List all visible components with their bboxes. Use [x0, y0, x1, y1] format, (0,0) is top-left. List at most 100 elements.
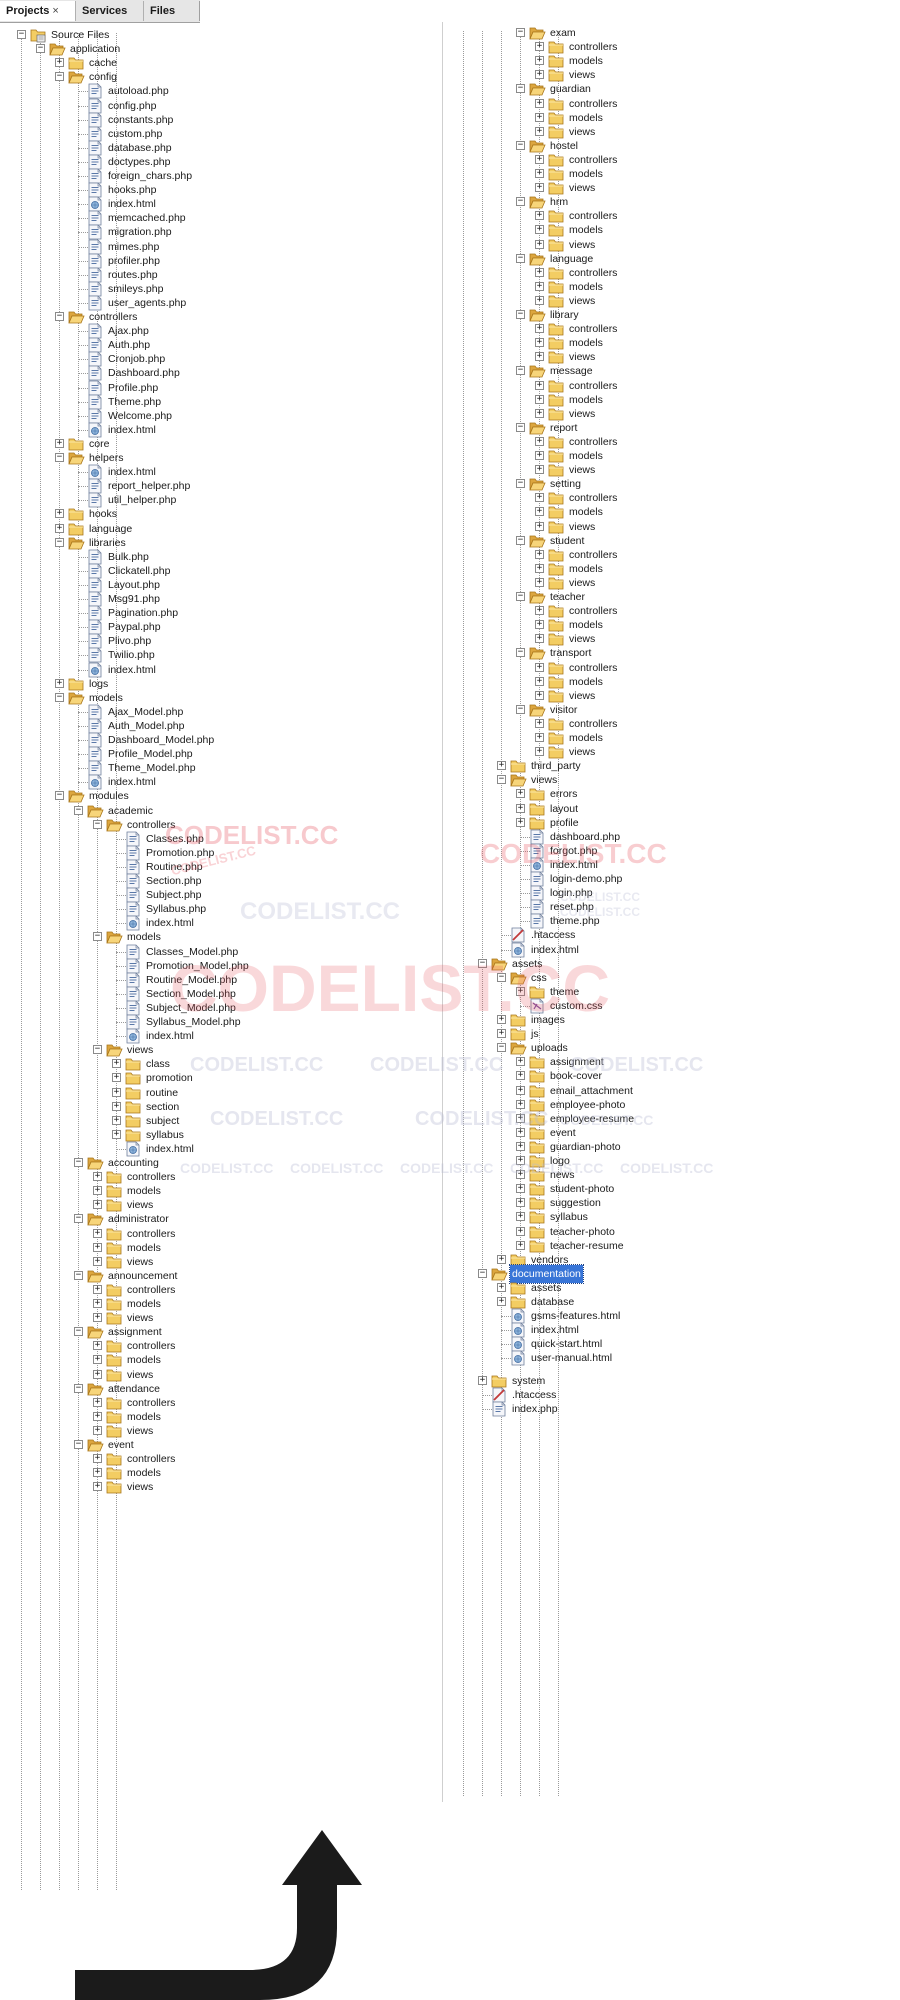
expand-toggle-icon[interactable]: + [516, 1156, 525, 1165]
tree-node-label: views [569, 182, 596, 195]
expand-toggle-icon[interactable]: + [535, 324, 544, 334]
collapse-toggle-icon[interactable]: − [497, 775, 506, 785]
collapse-toggle-icon[interactable]: − [516, 422, 525, 432]
expand-toggle-icon[interactable]: + [535, 718, 544, 728]
expand-toggle-icon[interactable]: + [535, 521, 544, 531]
open-folder-icon [529, 251, 546, 267]
expand-toggle-icon[interactable]: + [535, 507, 544, 517]
expand-toggle-icon[interactable]: + [535, 747, 544, 757]
expand-toggle-icon[interactable]: + [535, 352, 544, 362]
expand-toggle-icon[interactable]: + [535, 662, 544, 672]
collapse-toggle-icon[interactable]: − [516, 253, 525, 263]
collapse-toggle-icon[interactable]: − [516, 197, 525, 207]
open-folder-icon [510, 970, 527, 986]
expand-toggle-icon[interactable]: + [535, 42, 544, 52]
expand-toggle-icon[interactable]: + [516, 1240, 525, 1250]
collapse-toggle-icon[interactable]: − [516, 28, 525, 37]
expand-toggle-icon[interactable]: + [516, 1085, 525, 1095]
expand-toggle-icon[interactable]: + [535, 154, 544, 164]
expand-toggle-icon[interactable]: + [516, 789, 525, 799]
expand-toggle-icon[interactable]: + [535, 169, 544, 178]
collapse-toggle-icon[interactable]: − [497, 972, 506, 982]
expand-toggle-icon[interactable]: + [535, 465, 544, 475]
expand-toggle-icon[interactable]: + [497, 1015, 506, 1024]
expand-toggle-icon[interactable]: + [535, 225, 544, 235]
expand-toggle-icon[interactable]: + [535, 239, 544, 249]
open-folder-icon [529, 138, 546, 154]
expand-toggle-icon[interactable]: + [535, 606, 544, 616]
expand-toggle-icon[interactable]: + [497, 1282, 506, 1292]
tree-node-label: user-manual.html [531, 1352, 613, 1365]
expand-toggle-icon[interactable]: + [497, 761, 506, 771]
expand-toggle-icon[interactable]: + [535, 183, 544, 193]
php-file-icon [491, 1401, 508, 1417]
open-folder-icon [529, 81, 546, 97]
expand-toggle-icon[interactable]: + [535, 676, 544, 686]
open-folder-icon [529, 194, 546, 210]
expand-toggle-icon[interactable]: + [535, 211, 544, 221]
expand-toggle-icon[interactable]: + [516, 1099, 525, 1109]
collapse-toggle-icon[interactable]: − [516, 704, 525, 714]
expand-toggle-icon[interactable]: + [535, 451, 544, 460]
expand-toggle-icon[interactable]: + [478, 1375, 487, 1385]
expand-toggle-icon[interactable]: + [535, 338, 544, 348]
expand-toggle-icon[interactable]: + [535, 380, 544, 390]
open-folder-icon [529, 702, 546, 718]
expand-toggle-icon[interactable]: + [516, 1212, 525, 1222]
expand-toggle-icon[interactable]: + [535, 267, 544, 277]
expand-toggle-icon[interactable]: + [535, 563, 544, 573]
expand-toggle-icon[interactable]: + [516, 1127, 525, 1137]
expand-toggle-icon[interactable]: + [535, 56, 544, 66]
collapse-toggle-icon[interactable]: − [497, 1043, 506, 1053]
expand-toggle-icon[interactable]: + [535, 281, 544, 291]
expand-toggle-icon[interactable]: + [535, 620, 544, 630]
expand-toggle-icon[interactable]: + [535, 690, 544, 700]
expand-toggle-icon[interactable]: + [535, 436, 544, 446]
expand-toggle-icon[interactable]: + [535, 394, 544, 404]
expand-toggle-icon[interactable]: + [516, 803, 525, 813]
expand-toggle-icon[interactable]: + [516, 1071, 525, 1081]
tree-node-label: index.php [512, 1402, 558, 1415]
collapse-toggle-icon[interactable]: − [516, 479, 525, 489]
open-folder-icon [529, 420, 546, 436]
expand-toggle-icon[interactable]: + [535, 549, 544, 559]
expand-toggle-icon[interactable]: + [535, 295, 544, 305]
expand-toggle-icon[interactable]: + [516, 817, 525, 827]
expand-toggle-icon[interactable]: + [497, 1029, 506, 1039]
collapse-toggle-icon[interactable]: − [516, 84, 525, 94]
project-tree-right-column: − exam + controllers + models + views − guardian +… [0, 0, 900, 2000]
open-folder-icon [529, 589, 546, 605]
collapse-toggle-icon[interactable]: − [516, 140, 525, 150]
expand-toggle-icon[interactable]: + [535, 733, 544, 742]
expand-toggle-icon[interactable]: + [535, 493, 544, 503]
collapse-toggle-icon[interactable]: − [478, 958, 487, 968]
collapse-toggle-icon[interactable]: − [516, 648, 525, 658]
expand-toggle-icon[interactable]: + [535, 126, 544, 136]
expand-toggle-icon[interactable]: + [516, 1170, 525, 1180]
expand-toggle-icon[interactable]: + [516, 1198, 525, 1208]
expand-toggle-icon[interactable]: + [497, 1297, 506, 1306]
collapse-toggle-icon[interactable]: − [516, 535, 525, 545]
collapse-toggle-icon[interactable]: − [516, 366, 525, 376]
expand-toggle-icon[interactable]: + [535, 112, 544, 122]
expand-toggle-icon[interactable]: + [535, 98, 544, 108]
html-file-icon [510, 1350, 527, 1366]
expand-toggle-icon[interactable]: + [535, 577, 544, 587]
expand-toggle-icon[interactable]: + [535, 70, 544, 80]
open-folder-icon [529, 533, 546, 549]
expand-toggle-icon[interactable]: + [516, 1057, 525, 1067]
collapse-toggle-icon[interactable]: − [478, 1268, 487, 1278]
expand-toggle-icon[interactable]: + [516, 1113, 525, 1123]
collapse-toggle-icon[interactable]: − [516, 310, 525, 319]
collapse-toggle-icon[interactable]: − [516, 592, 525, 601]
expand-toggle-icon[interactable]: + [516, 986, 525, 996]
expand-toggle-icon[interactable]: + [535, 634, 544, 644]
open-folder-icon [529, 645, 546, 661]
expand-toggle-icon[interactable]: + [516, 1141, 525, 1151]
expand-toggle-icon[interactable]: + [497, 1254, 506, 1264]
expand-toggle-icon[interactable]: + [516, 1184, 525, 1194]
expand-toggle-icon[interactable]: + [516, 1226, 525, 1236]
expand-toggle-icon[interactable]: + [535, 408, 544, 418]
open-folder-icon [491, 956, 508, 972]
open-folder-icon [510, 1040, 527, 1056]
